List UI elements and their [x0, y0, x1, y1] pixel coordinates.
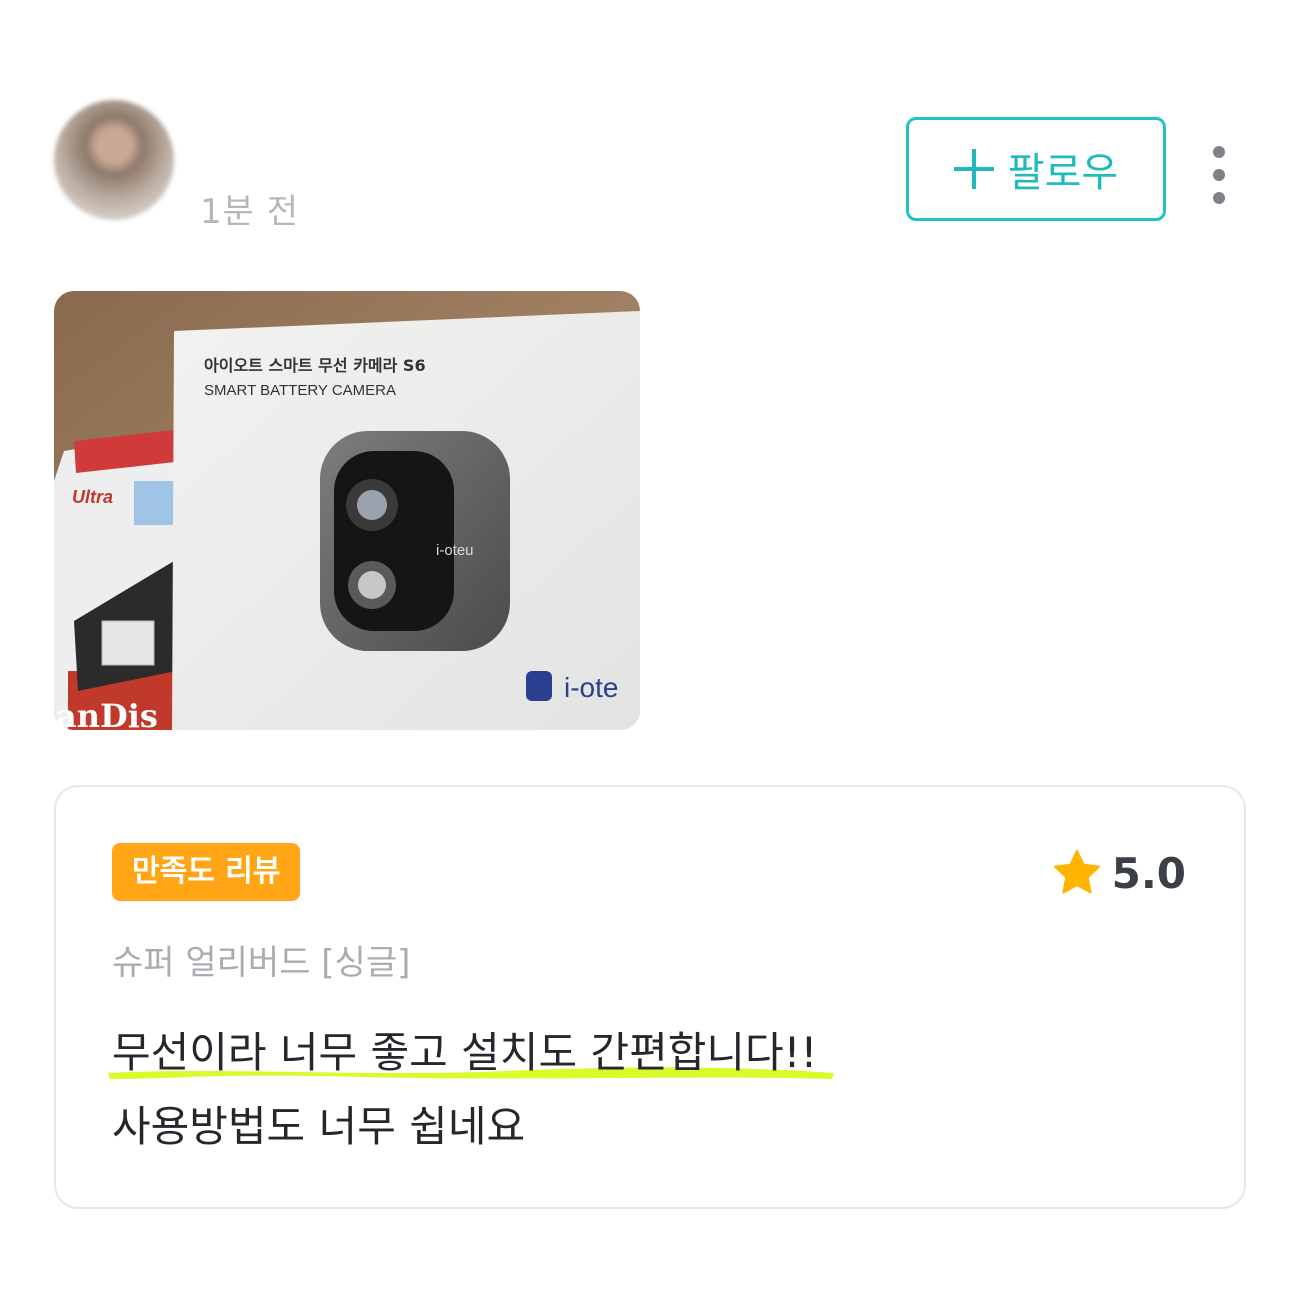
- post-timestamp: 1분 전: [200, 192, 299, 232]
- rating: 5.0: [1050, 845, 1186, 901]
- follow-label: 팔로우: [1007, 150, 1119, 196]
- box-title-en: SMART BATTERY CAMERA: [204, 382, 396, 399]
- rating-value: 5.0: [1111, 848, 1186, 898]
- camera-brand-text: i-oteu: [436, 542, 474, 559]
- more-dot: [1213, 192, 1225, 204]
- star-icon: [1053, 849, 1100, 894]
- box-logo-text: i-ote: [564, 672, 618, 703]
- box-title-ko: 아이오트 스마트 무선 카메라 S6: [204, 356, 426, 375]
- more-dot: [1213, 146, 1225, 158]
- review-photo[interactable]: Ultra anDis 아이오트 스마트 무선 카메라 S6 SMART BAT…: [54, 291, 640, 730]
- camera-illustration: i-oteu: [320, 431, 510, 651]
- photo-illustration: Ultra anDis 아이오트 스마트 무선 카메라 S6 SMART BAT…: [54, 291, 640, 730]
- ite-logo-icon: [526, 671, 552, 701]
- more-icon[interactable]: [1203, 146, 1235, 204]
- plus-icon: [953, 149, 994, 189]
- sd-ultra-text: Ultra: [72, 487, 113, 507]
- review-text-line: 무선이라 너무 좋고 설치도 간편합니다!!: [112, 1028, 818, 1077]
- review-type-badge: 만족도 리뷰: [112, 843, 301, 901]
- avatar[interactable]: [54, 100, 174, 220]
- sd-brand-text: anDis: [56, 697, 158, 730]
- sd-card-package: Ultra anDis: [54, 429, 184, 730]
- review-card: 만족도 리뷰 5.0 슈퍼 얼리버드 [싱글] 무선이라 너무 좋고 설치도 간…: [54, 785, 1246, 1209]
- follow-button[interactable]: 팔로우: [906, 117, 1166, 221]
- more-dot: [1213, 169, 1225, 181]
- purchase-option: 슈퍼 얼리버드 [싱글]: [112, 943, 411, 983]
- review-text-line: 사용방법도 너무 쉽네요: [112, 1102, 526, 1151]
- review-post: 1분 전 팔로우 Ultra anDis 아이오트 스마트 무선 카메라 S6 …: [0, 0, 1300, 1311]
